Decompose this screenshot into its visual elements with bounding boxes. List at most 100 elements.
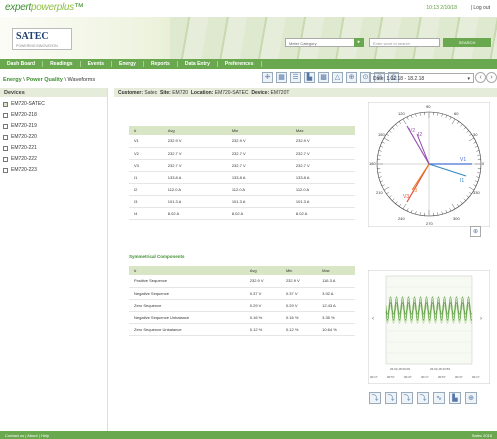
next-arrow-icon[interactable]: › [486,72,497,83]
phasor-label: V2 [409,128,415,134]
channel-2-icon[interactable]: ⤵ [385,392,397,404]
footer: Contact us | About | Help Satec 2018 [0,431,497,439]
table-view-icon[interactable]: ▦ [276,72,287,83]
breadcrumb: Energy \ Power Quality \ Waveforms [3,77,96,83]
device-item[interactable]: EM720-220 [0,133,107,141]
chevron-down-icon[interactable]: ▾ [467,76,470,82]
wave-icon[interactable]: ∿ [433,392,445,404]
prev-arrow-icon[interactable]: ‹ [475,72,486,83]
breadcrumb-power-quality[interactable]: Power Quality [26,77,63,83]
expertpowerplus-logo[interactable]: expertpowerplus™ [5,2,84,13]
scroll-right-icon[interactable]: › [480,316,482,322]
x-tick: 00:17 [421,375,429,379]
checkbox[interactable] [3,167,8,173]
checkbox[interactable] [3,134,8,140]
main-nav: Dash Board Readings Events Energy Report… [0,59,497,69]
checkbox[interactable] [3,101,8,107]
satec-logo: SATEC POWERING INNOVATION [12,28,72,50]
dial-label: 240 [398,216,405,221]
search-input[interactable]: Enter word to search [369,38,440,47]
checkbox[interactable] [3,145,8,151]
phasor-label: I2 [418,132,422,138]
phasor-label: V1 [460,157,466,163]
symmetrical-table: # Avg Min Max Positive Sequence 232.9 V 23… [129,266,355,336]
waveform-toolbar: ⤵ ⤵ ⤵ ⤵ ∿ ▙ ⊕ [369,392,477,404]
device-item[interactable]: EM720-222 [0,155,107,163]
nav-readings[interactable]: Readings [43,61,81,67]
list-view-icon[interactable]: ☰ [290,72,301,83]
dial-label: 300 [453,216,460,221]
dial-label: 30 [473,132,478,137]
table-row: V1 232.9 V 232.9 V 232.9 V [129,135,355,148]
symmetrical-components-title: Symmetrical Components [129,254,185,259]
table-row: I1 133.8 A 133.8 A 133.8 A [129,171,355,184]
triangle-icon[interactable]: △ [332,72,343,83]
channel-4-icon[interactable]: ⤵ [417,392,429,404]
device-item[interactable]: EM720-219 [0,122,107,130]
phasor-label: I1 [460,178,464,184]
dial-label: 150 [378,132,385,137]
x-tick: 00:57 [387,375,395,379]
checkbox[interactable] [3,156,8,162]
nav-preferences[interactable]: Preferences [218,61,262,67]
nav-reports[interactable]: Reports [144,61,178,67]
table-row: Zero Sequence 0.29 V 0.29 V 12.43 A [129,299,355,312]
bar-chart-icon[interactable]: ▙ [449,392,461,404]
nav-dashboard[interactable]: Dash Board [0,61,44,67]
meter-category-select[interactable]: Meter Category [285,38,355,47]
category-dropdown-button[interactable]: ▸ [354,38,364,47]
device-item[interactable]: EM720-223 [0,166,107,174]
footer-copyright: Satec 2018 [471,432,492,438]
dial-label: 210 [376,190,383,195]
context-bar: Customer: Satec Site: EM720 Location: EM… [114,88,497,97]
top-bar: expertpowerplus™ 10:13 2/10/18 | Log out [0,0,497,17]
device-item[interactable]: EM720-221 [0,144,107,152]
dial-label: 120 [398,111,405,116]
search-button[interactable]: SEARCH [443,38,491,47]
device-item[interactable]: EM720-SATEC [0,100,107,108]
nav-energy[interactable]: Energy [112,61,144,67]
logout-link[interactable]: | Log out [471,5,490,11]
table-row: Positive Sequence 232.9 V 232.9 V 116.3 A [129,275,355,288]
x-tick: 00:37 [455,375,463,379]
device-item[interactable]: EM720-218 [0,111,107,119]
zoom-icon[interactable]: ⊕ [465,392,477,404]
nav-events[interactable]: Events [81,61,112,67]
devices-title: Devices [0,88,107,97]
channel-3-icon[interactable]: ⤵ [401,392,413,404]
dial-label: 90 [426,104,431,109]
phasor-label: I3 [413,188,417,194]
zoom-icon[interactable]: ⊕ [470,226,481,237]
dial-label: 270 [426,221,433,226]
grid-view-icon[interactable]: ▩ [318,72,329,83]
dial-label: 180 [369,161,376,166]
footer-links[interactable]: Contact us | About | Help [5,433,49,438]
x-tick: 00:57 [438,375,446,379]
checkbox[interactable] [3,112,8,118]
table-row: Negative Sequence Unbalance 0.16 % 0.16 % 3… [129,311,355,324]
phasor-diagram: V2 I2 V3 I3 V1 I1 90 120 150 180 210 240… [368,102,490,227]
dial-label: 330 [473,190,480,195]
dial-label: 60 [454,111,459,116]
scatter-view-icon[interactable]: ⁜ [262,72,273,83]
zoom-in-icon[interactable]: ⊕ [346,72,357,83]
date-range-field[interactable]: Date: 1.02.18 - 18.2.18 ▾ [369,73,474,83]
devices-panel: Devices EM720-SATEC EM720-218 EM720-219 … [0,88,108,431]
breadcrumb-energy[interactable]: Energy [3,77,22,83]
date-label: 26.02.18 00:00 [390,367,410,371]
table-row: I2 112.0 A 112.0 A 112.0 A [129,183,355,196]
channel-1-icon[interactable]: ⤵ [369,392,381,404]
current-time: 10:13 2/10/18 [426,5,457,11]
readings-table: # Avg Min Max V1 232.9 V 232.9 V 232.9 V V2… [129,126,355,220]
table-row: I3 101.3 A 101.3 A 101.3 A [129,195,355,208]
table-row: I4 8.02 A 8.02 A 8.02 A [129,207,355,220]
table-row: V2 232.7 V 232.7 V 232.7 V [129,147,355,160]
breadcrumb-current: Waveforms [67,77,96,83]
bar-chart-icon[interactable]: ▙ [304,72,315,83]
scroll-left-icon[interactable]: ‹ [372,316,374,322]
nav-data-entry[interactable]: Data Entry [178,61,218,67]
date-label: 26.02.18 23:59 [430,367,450,371]
x-tick: 00:17 [472,375,480,379]
checkbox[interactable] [3,123,8,129]
x-tick: 00:17 [370,375,378,379]
